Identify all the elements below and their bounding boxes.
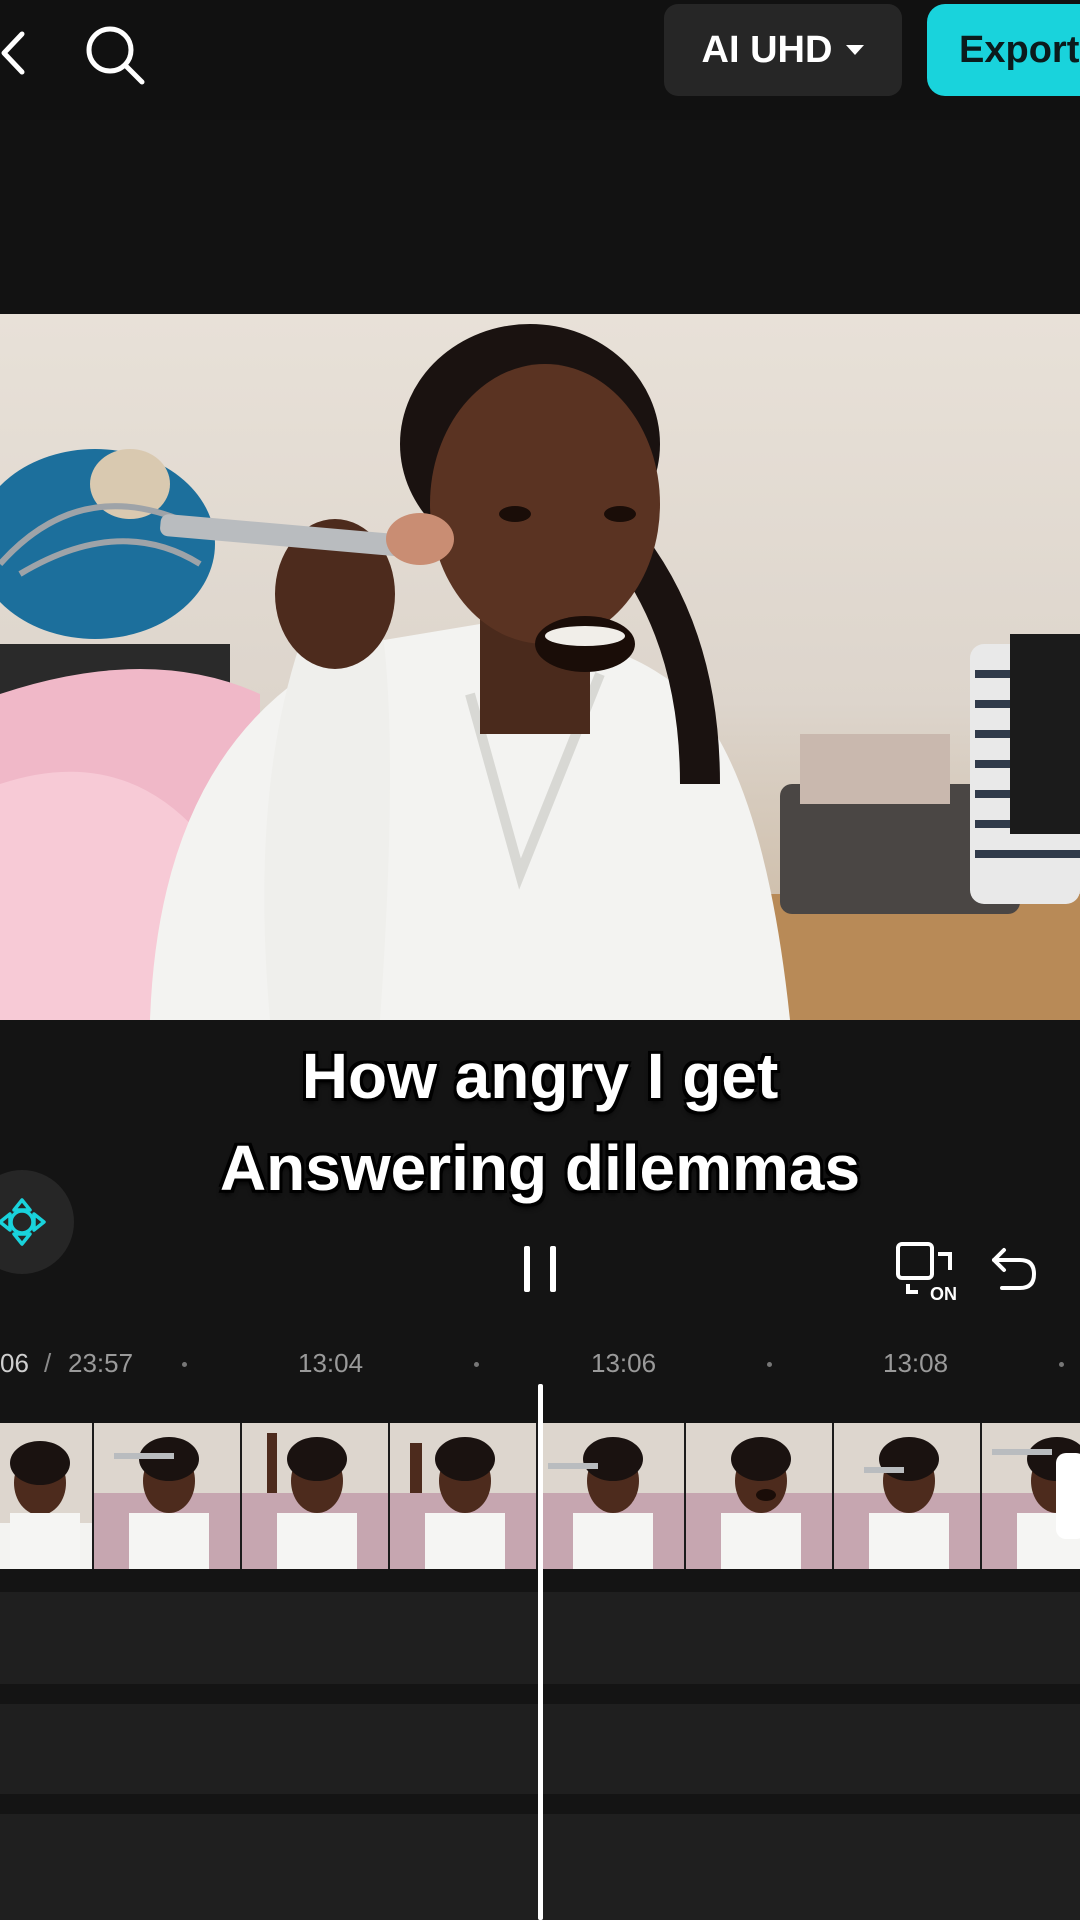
export-label: Export [959, 28, 1080, 71]
preview-letterbox [0, 120, 1080, 314]
quality-dropdown-button[interactable]: AI UHD [664, 4, 902, 96]
tick-label: 13:04 [298, 1348, 364, 1378]
total-time: 23:57 [68, 1348, 134, 1378]
clip-thumbnail [834, 1423, 982, 1569]
caption-line-1: How angry I get [301, 1040, 779, 1112]
time-separator: / [44, 1348, 52, 1378]
caret-down-icon [846, 45, 865, 55]
tick-label: 13:08 [883, 1348, 949, 1378]
clip-thumbnail [538, 1423, 686, 1569]
tick-dot [767, 1362, 772, 1367]
quality-label: AI UHD [701, 28, 833, 71]
clip-thumbnail [0, 1423, 94, 1569]
clip-thumbnail [94, 1423, 242, 1569]
chevron-left-icon[interactable] [0, 28, 34, 78]
playback-controls: ON [0, 1220, 1080, 1320]
export-button[interactable]: Export [927, 4, 1080, 96]
search-icon[interactable] [82, 22, 148, 88]
clip-thumbnail [686, 1423, 834, 1569]
current-time: 06 [0, 1348, 29, 1378]
compare-on-icon: ON [896, 1242, 957, 1304]
clip-trim-handle[interactable] [1056, 1453, 1080, 1539]
tick-label: 13:06 [591, 1348, 657, 1378]
tick-dot [182, 1362, 187, 1367]
top-bar: AI UHD Export [0, 0, 1080, 120]
clip-thumbnail [390, 1423, 538, 1569]
caption-line-2: Answering dilemmas [219, 1132, 861, 1204]
playhead[interactable] [538, 1384, 543, 1920]
video-caption[interactable]: How angry I get Answering dilemmas [0, 1030, 1080, 1214]
compare-badge: ON [930, 1284, 957, 1304]
compare-toggle-button[interactable]: ON [894, 1240, 964, 1304]
clip-thumbnail [242, 1423, 390, 1569]
video-frame-image [0, 324, 1080, 1020]
video-preview[interactable] [0, 314, 1080, 1020]
tick-dot [1059, 1362, 1064, 1367]
tick-dot [474, 1362, 479, 1367]
pause-icon[interactable] [520, 1246, 560, 1292]
undo-icon[interactable] [988, 1242, 1040, 1294]
